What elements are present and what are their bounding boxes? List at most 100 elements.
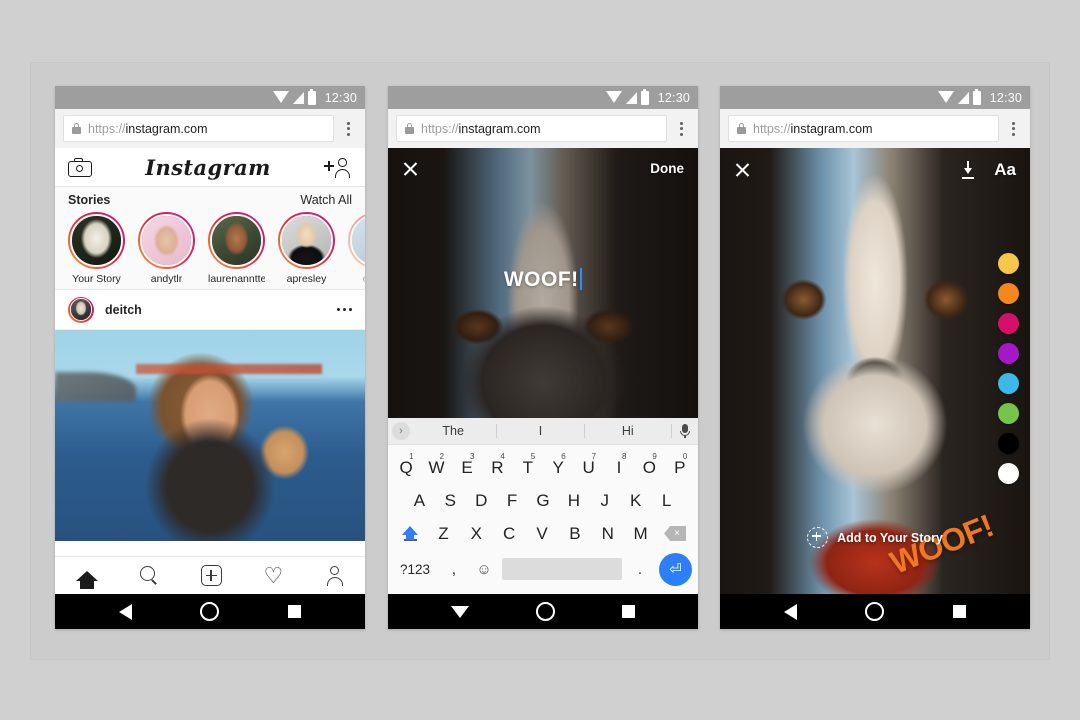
expand-suggestions-icon[interactable]: › [392, 422, 410, 440]
bottom-tab-bar: ♡ [55, 556, 365, 594]
heart-icon[interactable]: ♡ [263, 564, 283, 587]
color-swatch-purple[interactable] [998, 343, 1019, 364]
color-swatch-white[interactable] [998, 463, 1019, 484]
story-item[interactable]: apresley [278, 212, 335, 285]
add-user-icon[interactable] [323, 157, 352, 178]
watch-all-link[interactable]: Watch All [300, 193, 352, 207]
nav-recents-icon[interactable] [952, 605, 966, 618]
numeric-key[interactable]: ?123 [391, 562, 439, 577]
key-o[interactable]: O9 [634, 452, 664, 478]
story-item[interactable]: ewtha [348, 212, 365, 285]
post-username[interactable]: deitch [105, 303, 337, 317]
period-key[interactable]: . [625, 561, 655, 578]
key-x[interactable]: X [460, 524, 493, 544]
key-l[interactable]: L [651, 491, 682, 511]
caption-value: WOOF! [503, 268, 579, 291]
nav-back-icon[interactable] [784, 603, 798, 620]
key-p[interactable]: P0 [665, 452, 695, 478]
key-z[interactable]: Z [427, 524, 460, 544]
key-t[interactable]: T5 [513, 452, 543, 478]
key-a[interactable]: A [404, 491, 435, 511]
color-swatch-light-blue[interactable] [998, 373, 1019, 394]
close-icon[interactable] [402, 160, 419, 177]
color-swatch-black[interactable] [998, 433, 1019, 454]
key-g[interactable]: G [528, 491, 559, 511]
key-h[interactable]: H [558, 491, 589, 511]
nav-home-icon[interactable] [535, 602, 555, 621]
nav-home-icon[interactable] [200, 602, 220, 621]
url-bar[interactable]: https:// instagram.com [728, 115, 999, 142]
text-tool-button[interactable]: Aa [994, 160, 1016, 180]
story-item[interactable]: Your Story [68, 212, 125, 285]
post-photo[interactable] [55, 330, 365, 541]
color-swatch-green[interactable] [998, 403, 1019, 424]
key-c[interactable]: C [493, 524, 526, 544]
key-w[interactable]: W2 [421, 452, 451, 478]
key-e[interactable]: E3 [452, 452, 482, 478]
key-s[interactable]: S [435, 491, 466, 511]
key-r[interactable]: R4 [482, 452, 512, 478]
mic-icon[interactable] [672, 424, 698, 438]
key-v[interactable]: V [526, 524, 559, 544]
post-avatar[interactable] [68, 296, 94, 323]
add-to-story-button[interactable]: Add to Your Story [720, 527, 1030, 548]
nav-home-icon[interactable] [865, 602, 885, 621]
key-f[interactable]: F [497, 491, 528, 511]
nav-recents-icon[interactable] [287, 605, 301, 618]
backspace-key[interactable]: × [657, 526, 693, 541]
color-swatch-pink[interactable] [998, 313, 1019, 334]
camera-icon[interactable] [68, 157, 92, 177]
suggestion-item[interactable]: Hi [585, 424, 672, 438]
add-post-icon[interactable] [200, 565, 222, 586]
url-bar[interactable]: https:// instagram.com [396, 115, 667, 142]
key-j[interactable]: J [589, 491, 620, 511]
nav-hide-keyboard-icon[interactable] [451, 605, 470, 618]
nav-back-icon[interactable] [119, 603, 133, 620]
key-y[interactable]: Y6 [543, 452, 573, 478]
key-u[interactable]: U7 [573, 452, 603, 478]
signal-icon [292, 91, 304, 104]
nav-recents-icon[interactable] [621, 605, 635, 618]
url-bar[interactable]: https:// instagram.com [63, 115, 334, 142]
home-icon[interactable] [75, 570, 98, 589]
story-view-canvas[interactable]: Aa WOOF! Add to Your Story [720, 148, 1030, 594]
browser-menu-icon[interactable] [670, 115, 692, 142]
post-header: deitch [55, 290, 365, 330]
suggestion-item[interactable]: I [497, 424, 585, 438]
browser-menu-icon[interactable] [1002, 115, 1024, 142]
key-i[interactable]: I8 [604, 452, 634, 478]
wifi-icon [937, 91, 954, 103]
key-k[interactable]: K [620, 491, 651, 511]
key-q[interactable]: Q1 [391, 452, 421, 478]
emoji-key[interactable]: ☺ [469, 561, 499, 578]
key-d[interactable]: D [466, 491, 497, 511]
status-bar: 12:30 [388, 86, 698, 109]
key-number: 0 [682, 451, 688, 461]
caption-text[interactable]: WOOF! [388, 268, 698, 292]
comma-key[interactable]: , [439, 561, 469, 578]
post-more-icon[interactable] [337, 307, 352, 312]
download-icon[interactable] [960, 161, 976, 179]
stories-list[interactable]: Your Story andytlr laurenanntte apresley… [55, 212, 365, 285]
color-palette[interactable] [998, 253, 1019, 484]
color-swatch-yellow[interactable] [998, 253, 1019, 274]
plus-circle-icon [807, 527, 829, 548]
story-item[interactable]: andytlr [138, 212, 195, 285]
profile-icon[interactable] [325, 566, 344, 586]
space-key[interactable] [502, 558, 622, 580]
signal-icon [957, 91, 969, 104]
done-button[interactable]: Done [650, 161, 684, 176]
key-n[interactable]: N [591, 524, 624, 544]
url-host: instagram.com [125, 121, 208, 136]
story-item[interactable]: laurenanntte [208, 212, 265, 285]
key-m[interactable]: M [624, 524, 657, 544]
browser-menu-icon[interactable] [337, 115, 359, 142]
shift-key[interactable] [393, 526, 427, 541]
search-icon[interactable] [139, 566, 159, 585]
color-swatch-orange[interactable] [998, 283, 1019, 304]
suggestion-item[interactable]: The [410, 424, 498, 438]
key-b[interactable]: B [558, 524, 591, 544]
story-label: andytlr [150, 273, 183, 285]
enter-key[interactable]: ⏎ [659, 552, 692, 586]
close-icon[interactable] [734, 162, 751, 179]
